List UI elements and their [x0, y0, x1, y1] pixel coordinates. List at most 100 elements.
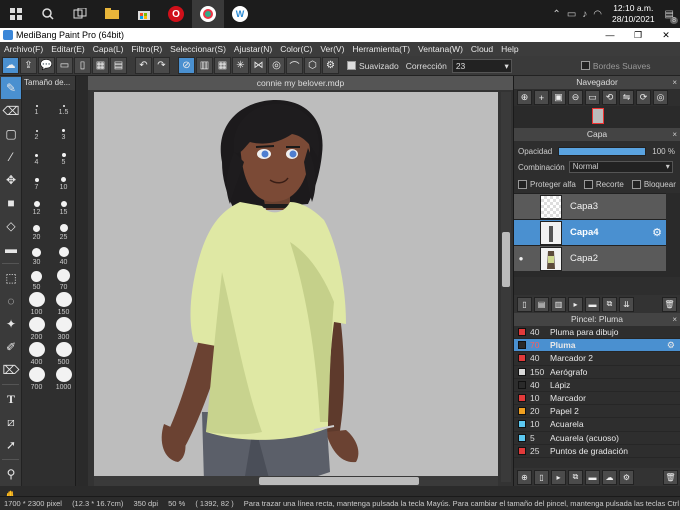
horizontal-scroll-thumb[interactable]: [259, 477, 419, 485]
protect-alpha-checkbox[interactable]: Proteger alfa: [518, 179, 576, 189]
eye-icon[interactable]: ●: [514, 254, 528, 263]
menu-tool[interactable]: Herramienta(T): [352, 44, 410, 54]
brush-size-option[interactable]: 150: [51, 292, 76, 317]
vertical-scroll-thumb[interactable]: [502, 232, 510, 287]
navigator-preview[interactable]: [514, 106, 680, 128]
brush-delete-icon[interactable]: 🗑: [663, 469, 678, 485]
fill-rect-tool-icon[interactable]: ■: [1, 192, 21, 214]
move-tool-icon[interactable]: ✥: [1, 169, 21, 191]
chevron-up-icon[interactable]: ⌃: [552, 9, 560, 20]
snap-off-icon[interactable]: ⊘: [178, 57, 195, 74]
actual-size-icon[interactable]: ▭: [585, 90, 600, 105]
cloud-icon[interactable]: ☁: [2, 57, 19, 74]
brush-new-icon[interactable]: ▯: [534, 469, 549, 485]
brush-size-option[interactable]: 5: [51, 142, 76, 167]
brush-settings-icon[interactable]: ⚙: [619, 469, 634, 485]
brush-size-option[interactable]: 70: [51, 267, 76, 292]
medibang-icon[interactable]: [192, 0, 224, 28]
menu-window[interactable]: Ventana(W): [418, 44, 463, 54]
menu-edit[interactable]: Editar(E): [51, 44, 85, 54]
brush-menu-icon[interactable]: ▸: [551, 469, 566, 485]
webex-icon[interactable]: W: [224, 0, 256, 28]
brush-add-icon[interactable]: ⊕: [517, 469, 532, 485]
chat-icon[interactable]: ▭: [56, 57, 73, 74]
divide-tool-icon[interactable]: ⧄: [1, 411, 21, 433]
gear-icon[interactable]: ⚙: [652, 226, 662, 239]
redo-icon[interactable]: ↷: [153, 57, 170, 74]
zoom-in-icon[interactable]: ⊕: [517, 90, 532, 105]
radial-snap-icon[interactable]: ✳: [232, 57, 249, 74]
brush-size-option[interactable]: 700: [24, 367, 49, 392]
antialias-checkbox[interactable]: Suavizado: [347, 61, 399, 71]
pages-icon[interactable]: ▦: [92, 57, 109, 74]
brush-item[interactable]: 40 Pluma para dibujo: [514, 326, 680, 340]
canvas[interactable]: [94, 92, 498, 482]
brush-size-option[interactable]: 10: [51, 167, 76, 192]
new-layer-icon[interactable]: ▯: [517, 296, 532, 312]
menu-filter[interactable]: Filtro(R): [131, 44, 162, 54]
new-8bit-layer-icon[interactable]: ▥: [551, 296, 566, 312]
polygon-snap-icon[interactable]: ⬡: [304, 57, 321, 74]
flip-icon[interactable]: ⇋: [619, 90, 634, 105]
brush-size-option[interactable]: 100: [24, 292, 49, 317]
search-icon[interactable]: [32, 0, 64, 28]
brush-item[interactable]: 70 Pluma ⚙: [514, 339, 680, 353]
gradient-tool-icon[interactable]: ▬: [1, 238, 21, 260]
add-layer-menu-icon[interactable]: ▸: [568, 296, 583, 312]
correction-select[interactable]: 23 ▾: [451, 58, 512, 73]
perspective-snap-icon[interactable]: ⋈: [250, 57, 267, 74]
close-button[interactable]: ✕: [652, 28, 680, 42]
merge-down-icon[interactable]: ⇊: [619, 296, 634, 312]
menu-cloud[interactable]: Cloud: [471, 44, 493, 54]
brush-size-option[interactable]: 4: [24, 142, 49, 167]
brush-size-option[interactable]: 12: [24, 192, 49, 217]
comment-icon[interactable]: 💬: [38, 57, 55, 74]
menu-color[interactable]: Color(C): [280, 44, 312, 54]
layer-item[interactable]: Capa3: [514, 193, 666, 219]
brush-size-option[interactable]: 1.5: [51, 92, 76, 117]
clip-checkbox[interactable]: Recorte: [583, 179, 624, 189]
layer-list-scrollbar[interactable]: [668, 193, 680, 277]
brush-size-option[interactable]: 3: [51, 117, 76, 142]
select-eraser-tool-icon[interactable]: ⌦: [1, 359, 21, 381]
task-view-icon[interactable]: [64, 0, 96, 28]
brush-size-option[interactable]: 50: [24, 267, 49, 292]
volume-icon[interactable]: ♪: [582, 9, 587, 20]
text-tool-icon[interactable]: T: [1, 388, 21, 410]
soft-edges-checkbox[interactable]: Bordes Suaves: [580, 61, 650, 71]
zoom-plus-icon[interactable]: +: [534, 90, 549, 105]
dot-tool-icon[interactable]: ⁄: [1, 146, 21, 168]
opacity-slider[interactable]: [558, 146, 647, 156]
brush-size-option[interactable]: 500: [51, 342, 76, 367]
close-panel-icon[interactable]: ×: [672, 76, 677, 89]
brush-item[interactable]: 10 Marcador: [514, 392, 680, 406]
brush-item[interactable]: 5 Acuarela (acuoso): [514, 432, 680, 445]
brush-size-option[interactable]: 7: [24, 167, 49, 192]
notification-icon[interactable]: ▤ 8: [665, 9, 678, 24]
brush-item[interactable]: 40 Marcador 2: [514, 352, 680, 366]
file-explorer-icon[interactable]: [96, 0, 128, 28]
parallel-snap-icon[interactable]: ▥: [196, 57, 213, 74]
brush-item[interactable]: 150 Aerógrafo: [514, 366, 680, 379]
brush-size-option[interactable]: 300: [51, 317, 76, 342]
brush-cloud-icon[interactable]: ☁: [602, 469, 617, 485]
layer-item[interactable]: Capa4 ⚙: [514, 219, 666, 245]
bucket-tool-icon[interactable]: ◇: [1, 215, 21, 237]
delete-layer-icon[interactable]: 🗑: [662, 296, 677, 312]
canvas-horizontal-scrollbar[interactable]: [94, 476, 498, 486]
windows-icon[interactable]: [0, 0, 32, 28]
brush-copy-icon[interactable]: ⧉: [568, 469, 583, 485]
rotate-right-icon[interactable]: ⟳: [636, 90, 651, 105]
page-icon[interactable]: ▯: [74, 57, 91, 74]
menu-layer[interactable]: Capa(L): [93, 44, 124, 54]
brush-item[interactable]: 40 Lápiz: [514, 379, 680, 392]
operation-tool-icon[interactable]: ➚: [1, 434, 21, 456]
settings-icon[interactable]: ⚙: [322, 57, 339, 74]
brush-size-scrollbar[interactable]: [78, 76, 88, 486]
brush-size-option[interactable]: 1000: [51, 367, 76, 392]
minimize-button[interactable]: —: [596, 28, 624, 42]
lasso-tool-icon[interactable]: ◌: [1, 290, 21, 312]
magic-wand-tool-icon[interactable]: ✦: [1, 313, 21, 335]
brush-size-option[interactable]: 1: [24, 92, 49, 117]
brush-size-option[interactable]: 400: [24, 342, 49, 367]
